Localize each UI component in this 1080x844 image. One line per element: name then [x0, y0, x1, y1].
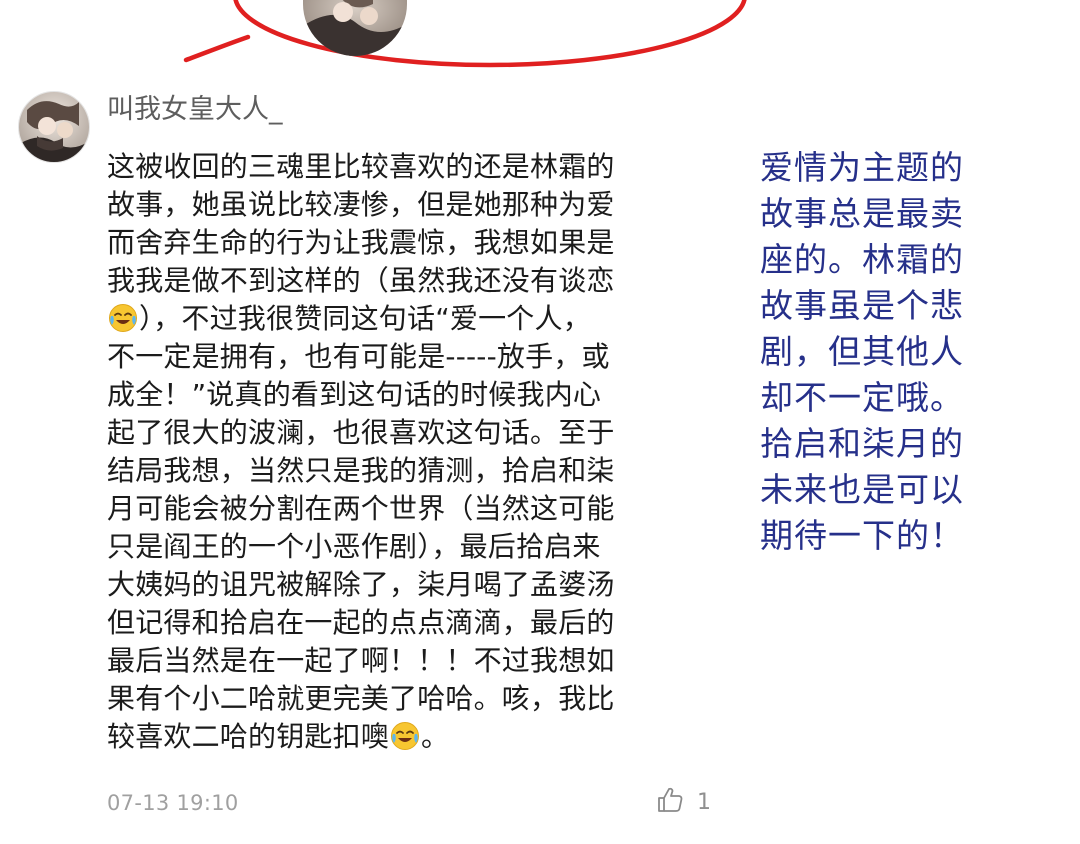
avatar[interactable] [18, 91, 90, 163]
annotation-line: 剧，但其他人 [760, 332, 964, 371]
comment-line: 果有个小二哈就更完美了哈哈。咳，我比 [107, 682, 615, 715]
comment-line-text: 。 [421, 720, 450, 753]
laughing-crying-emoji-icon [108, 303, 138, 333]
comment-line: 这被收回的三魂里比较喜欢的还是林霜的 [107, 150, 615, 183]
comment-line: 最后当然是在一起了啊！！！不过我想如 [107, 644, 615, 677]
annotation-line: 爱情为主题的 [760, 148, 964, 187]
comment-text: 这被收回的三魂里比较喜欢的还是林霜的 故事，她虽说比较凄惨，但是她那种为爱 而舍… [107, 148, 707, 756]
comment-line-text: ），不过我很赞同这句话“爱一个人， [139, 302, 591, 335]
like-button[interactable]: 1 [655, 784, 711, 820]
comment-line: 大姨妈的诅咒被解除了，柒月喝了孟婆汤 [107, 568, 615, 601]
laughing-crying-emoji-icon [390, 721, 420, 751]
comment-username[interactable]: 叫我女皇大人_ [107, 93, 283, 127]
annotation-line: 座的。林霜的 [760, 240, 964, 279]
annotation-line: 故事虽是个悲 [760, 286, 964, 325]
comment-line: 不一定是拥有，也有可能是-----放手，或 [107, 340, 610, 373]
comment-line: 而舍弃生命的行为让我震惊，我想如果是 [107, 226, 615, 259]
comment-line: 故事，她虽说比较凄惨，但是她那种为爱 [107, 188, 615, 221]
annotation-line: 未来也是可以 [760, 470, 964, 509]
annotation-line: 期待一下的！ [760, 516, 964, 555]
like-count: 1 [697, 789, 711, 815]
comment-line-with-emoji: ），不过我很赞同这句话“爱一个人， [107, 300, 707, 338]
comment-line-text: 较喜欢二哈的钥匙扣噢 [107, 720, 390, 753]
comment-line: 结局我想，当然只是我的猜测，拾启和柒 [107, 454, 615, 487]
comment-line: 起了很大的波澜，也很喜欢这句话。至于 [107, 416, 615, 449]
comment-line: 成全！”说真的看到这句话的时候我内心 [107, 378, 602, 411]
comment-line: 只是阎王的一个小恶作剧），最后拾启来 [107, 530, 601, 563]
annotation-line: 故事总是最卖 [760, 194, 964, 233]
comment-line: 月可能会被分割在两个世界（当然这可能 [107, 492, 615, 525]
editor-annotation: 爱情为主题的 故事总是最卖 座的。林霜的 故事虽是个悲 剧，但其他人 却不一定哦… [760, 145, 1030, 559]
thumbs-up-icon[interactable] [655, 785, 685, 819]
annotation-line: 却不一定哦。 [760, 378, 964, 417]
comment-line: 但记得和拾启在一起的点点滴滴，最后的 [107, 606, 615, 639]
comment-timestamp: 07-13 19:10 [107, 791, 239, 815]
comment-line-with-emoji: 较喜欢二哈的钥匙扣噢。 [107, 718, 707, 756]
annotation-line: 拾启和柒月的 [760, 424, 964, 463]
comment-line: 我我是做不到这样的（虽然我还没有谈恋 [107, 264, 615, 297]
